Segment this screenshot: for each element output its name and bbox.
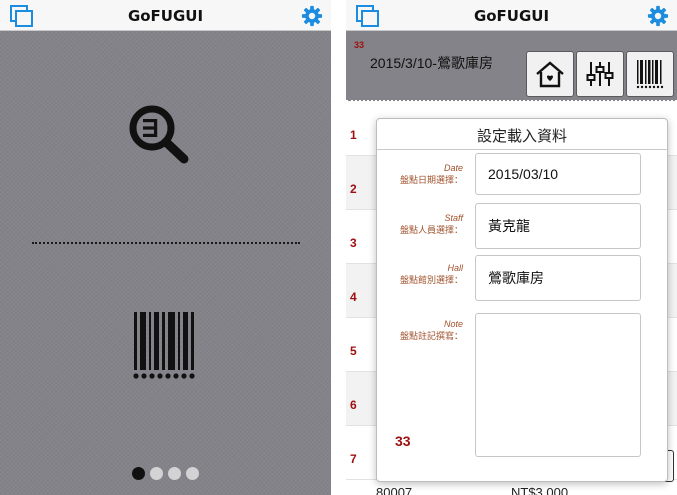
load-settings-popover: 設定載入資料 Date 盤點日期選擇： 2015/03/10 Staff 盤點人…	[376, 118, 668, 482]
staff-field[interactable]: 黃克龍	[475, 203, 641, 249]
row-number: 4	[350, 290, 357, 304]
item-price: NT$3,000	[511, 485, 569, 495]
gear-icon[interactable]	[647, 5, 669, 27]
row-number: 7	[350, 452, 357, 466]
hall-field[interactable]: 鶯歌庫房	[475, 255, 641, 301]
note-label-zh: 盤點註記撰寫：	[399, 331, 463, 341]
home-button[interactable]	[526, 51, 574, 97]
hall-label-zh: 盤點館別選擇：	[399, 275, 463, 285]
date-label-zh: 盤點日期選擇：	[399, 175, 463, 185]
main-background	[0, 31, 331, 495]
barcode-icon	[636, 60, 664, 89]
search-icon[interactable]	[128, 104, 190, 164]
record-count: 33	[395, 433, 411, 449]
left-phone-screen: GoFUGUI	[0, 0, 331, 495]
row-number: 2	[350, 182, 357, 196]
home-icon	[536, 61, 564, 88]
header-count: 33	[354, 40, 365, 50]
page-dot[interactable]	[150, 467, 163, 480]
section-divider	[32, 242, 300, 244]
hall-label-en: Hall	[447, 263, 463, 273]
note-label-en: Note	[443, 319, 463, 329]
right-phone-screen: GoFUGUI 33 2015/3/10-鶯歌庫房 1 2 3 4 5 6 7 …	[346, 0, 677, 495]
row-number: 3	[350, 236, 357, 250]
gear-icon[interactable]	[301, 5, 323, 27]
row-number: 1	[350, 128, 357, 142]
staff-label-zh: 盤點人員選擇：	[399, 225, 463, 235]
popover-divider	[377, 149, 667, 150]
sliders-icon	[586, 62, 614, 86]
page-dot[interactable]	[132, 467, 145, 480]
right-navbar: GoFUGUI	[346, 0, 677, 31]
row-number: 6	[350, 398, 357, 412]
page-dot[interactable]	[168, 467, 181, 480]
barcode-icon[interactable]	[130, 310, 202, 382]
left-navbar: GoFUGUI	[0, 0, 331, 31]
date-label-en: Date	[443, 163, 463, 173]
date-field[interactable]: 2015/03/10	[475, 153, 641, 195]
settings-sliders-button[interactable]	[576, 51, 624, 97]
page-dot[interactable]	[186, 467, 199, 480]
barcode-scan-button[interactable]	[626, 51, 674, 97]
note-textarea[interactable]	[475, 313, 641, 457]
inventory-session-label: 2015/3/10-鶯歌庫房	[370, 55, 493, 71]
row-number: 5	[350, 344, 357, 358]
app-title: GoFUGUI	[473, 7, 550, 25]
app-title: GoFUGUI	[127, 7, 204, 25]
item-code: 80007	[376, 485, 413, 495]
popover-title: 設定載入資料	[476, 128, 567, 145]
page-indicator[interactable]	[132, 467, 199, 480]
staff-label-en: Staff	[444, 213, 463, 223]
